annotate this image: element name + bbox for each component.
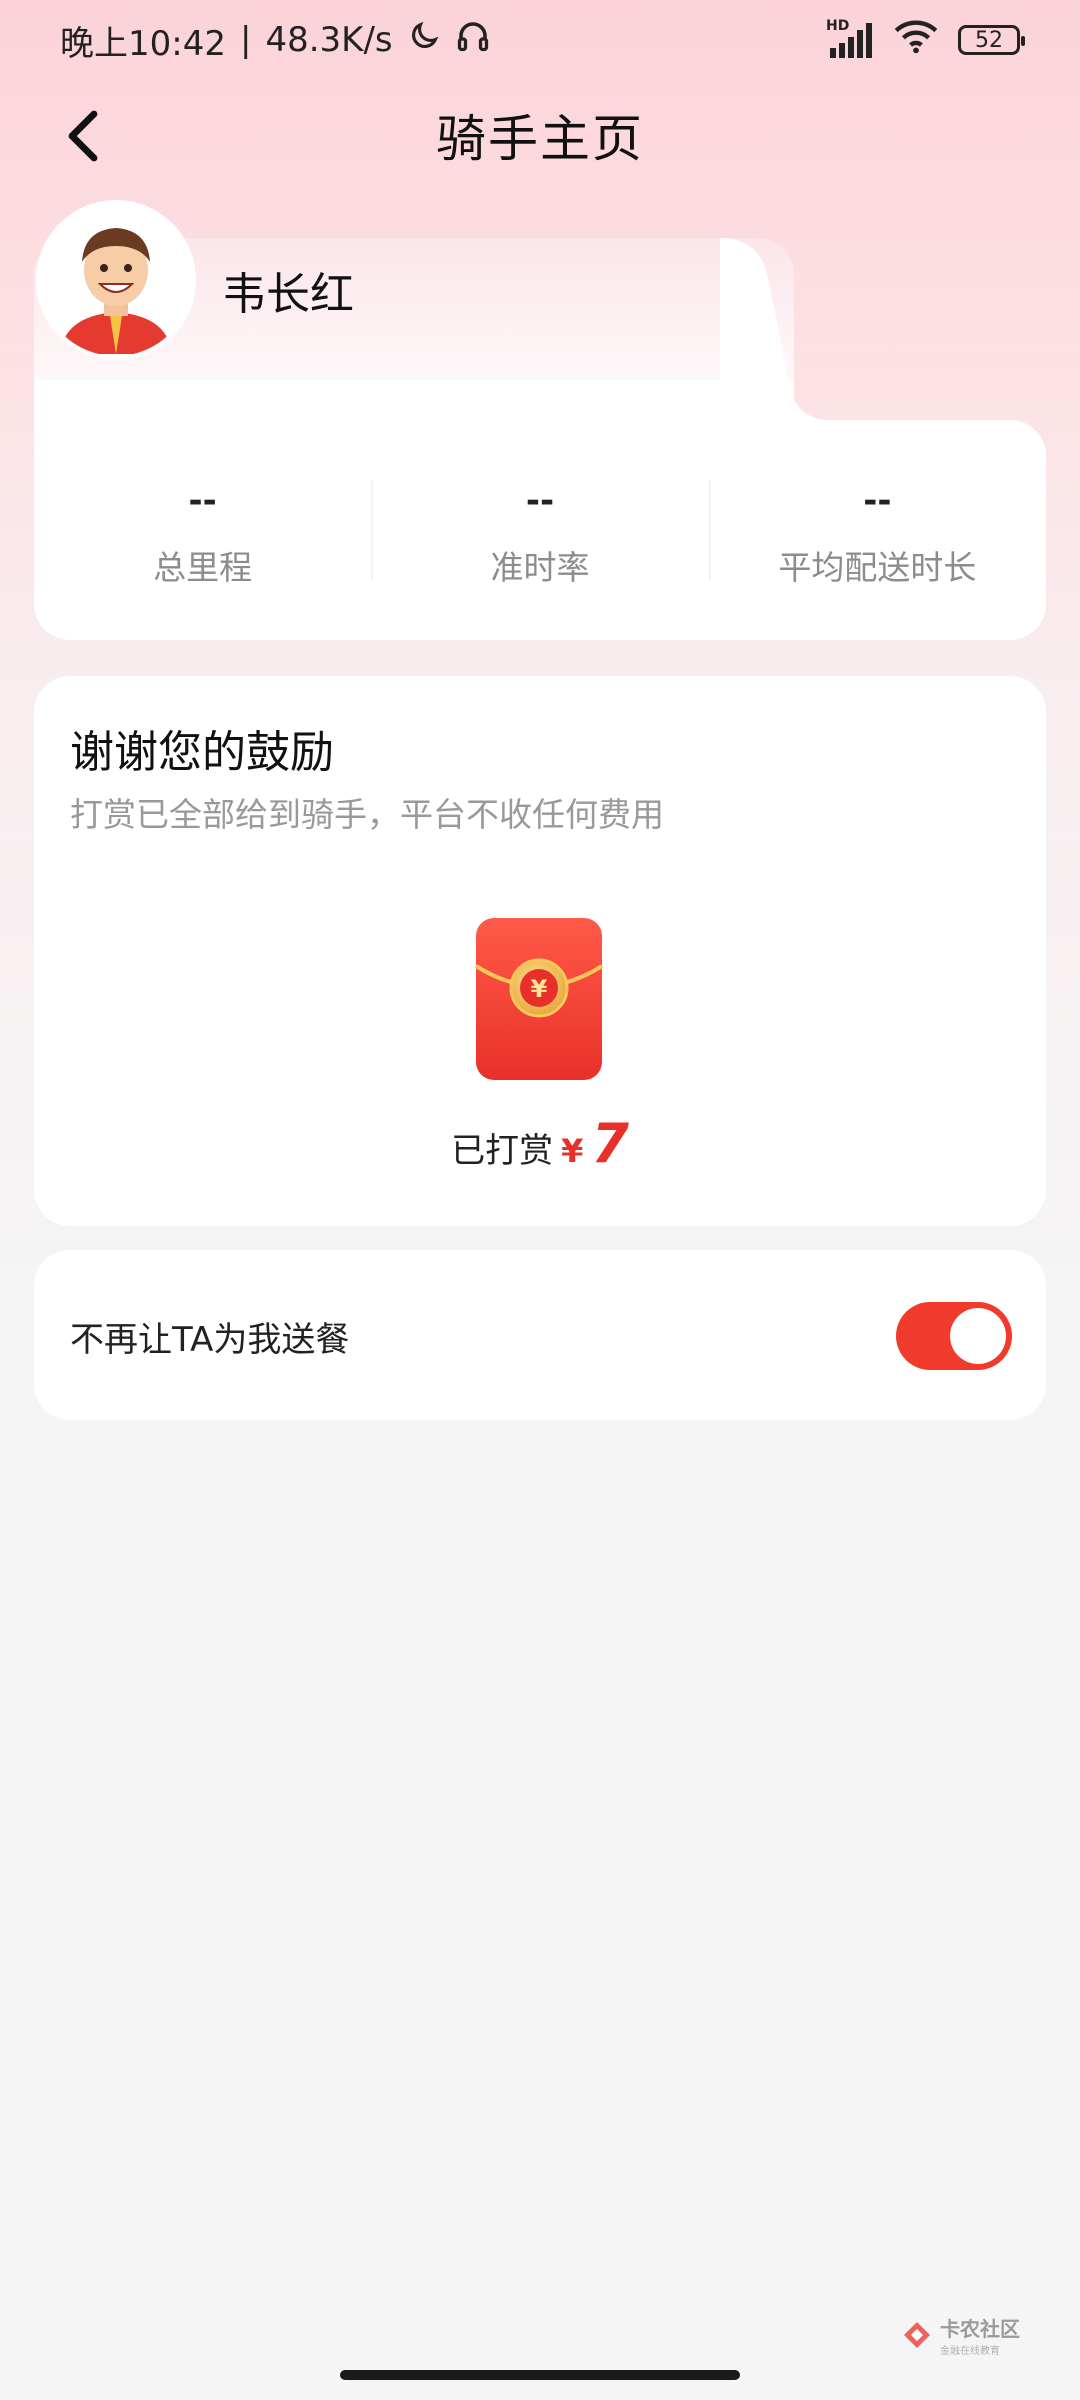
battery-level: 52	[975, 27, 1003, 53]
block-rider-card: 不再让TA为我送餐	[34, 1250, 1046, 1420]
tip-title: 谢谢您的鼓励	[70, 727, 334, 778]
wifi-icon	[894, 18, 938, 63]
tip-card: 谢谢您的鼓励 打赏已全部给到骑手，平台不收任何费用 ¥ 已打赏 ¥ 7	[34, 676, 1046, 1226]
tip-currency: ¥	[561, 1132, 584, 1170]
watermark-text: 卡农社区	[940, 2317, 1020, 2341]
tip-subtitle: 打赏已全部给到骑手，平台不收任何费用	[70, 795, 664, 834]
stat-value: --	[863, 481, 892, 521]
signal-icon: HD	[826, 18, 874, 60]
stat-value: --	[188, 481, 217, 521]
red-envelope-icon[interactable]: ¥	[474, 916, 604, 1082]
status-time: 晚上10:42	[60, 23, 226, 64]
page-title: 骑手主页	[436, 110, 644, 168]
chevron-left-icon	[68, 110, 98, 162]
moon-icon	[407, 19, 441, 62]
nav-bar: 骑手主页	[0, 90, 1080, 180]
watermark-text-group: 卡农社区 金融在线教育	[940, 2313, 1020, 2357]
block-rider-toggle[interactable]	[896, 1302, 1012, 1370]
watermark-subtext: 金融在线教育	[940, 2346, 1000, 2357]
avatar[interactable]	[36, 200, 196, 360]
headphones-icon	[455, 18, 491, 63]
stat-total-distance: -- 总里程	[34, 470, 371, 600]
stat-label: 平均配送时长	[778, 548, 977, 587]
battery-icon: 52	[958, 25, 1025, 55]
status-right: HD 52	[826, 18, 1025, 63]
block-rider-label: 不再让TA为我送餐	[70, 1320, 350, 1360]
watermark-logo-icon	[904, 2322, 930, 2348]
home-indicator[interactable]	[340, 2370, 740, 2380]
svg-text:¥: ¥	[531, 975, 548, 1003]
stat-avg-delivery-time: -- 平均配送时长	[708, 470, 1046, 600]
status-bar: 晚上10:42 | 48.3K/s HD 52	[0, 0, 1080, 80]
status-separator: |	[239, 20, 252, 60]
tip-amount-label: 已打赏	[451, 1131, 554, 1171]
status-net-speed: 48.3K/s	[265, 20, 393, 60]
tip-amount: 7	[591, 1112, 629, 1175]
tip-amount-row: 已打赏 ¥ 7	[34, 1112, 1046, 1175]
watermark: 卡农社区 金融在线教育	[900, 2310, 1040, 2360]
stats-row: -- 总里程 -- 准时率 -- 平均配送时长	[34, 470, 1046, 600]
rider-name: 韦长红	[222, 269, 354, 320]
stat-label: 总里程	[153, 548, 253, 587]
stat-label: 准时率	[490, 548, 590, 587]
back-button[interactable]	[56, 108, 112, 164]
status-left: 晚上10:42 | 48.3K/s	[60, 16, 491, 65]
stat-on-time-rate: -- 准时率	[371, 470, 708, 600]
stat-value: --	[525, 481, 555, 521]
toggle-knob	[950, 1308, 1006, 1364]
